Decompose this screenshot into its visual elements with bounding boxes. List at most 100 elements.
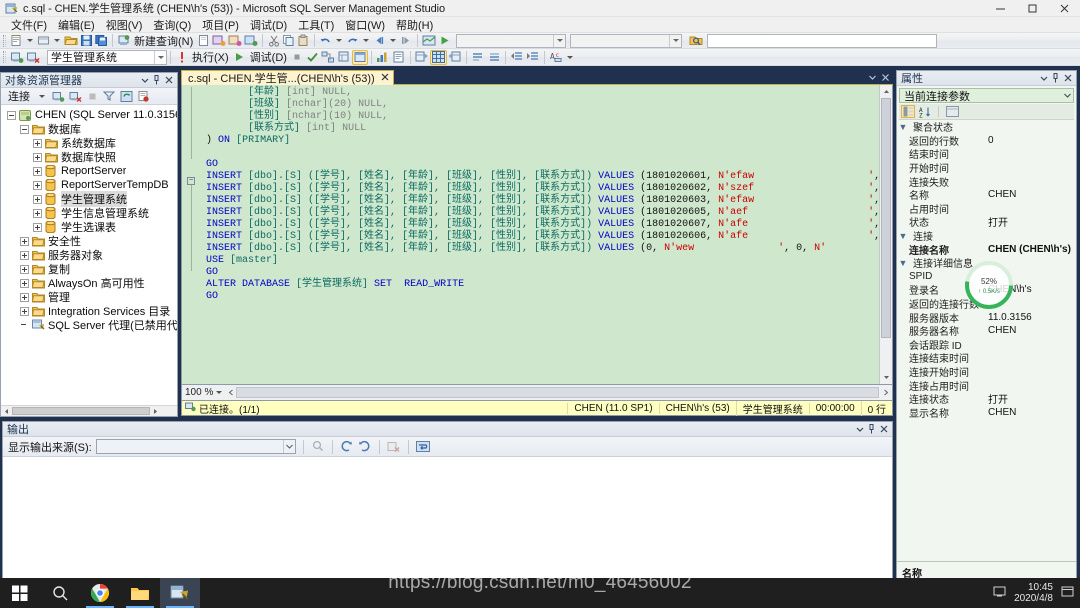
property-value[interactable]: CHEN (985, 325, 1016, 336)
menu-item-window[interactable]: 窗口(W) (340, 16, 391, 34)
output-text-area[interactable] (3, 457, 892, 587)
tray-show-desktop-icon[interactable] (993, 585, 1006, 601)
toolbar-combo-1[interactable] (456, 33, 567, 48)
menu-item-query[interactable]: 查询(Q) (148, 16, 197, 34)
new-project-icon[interactable] (36, 33, 51, 48)
alphabetical-icon[interactable]: AZ (918, 105, 932, 118)
tree-node[interactable]: 学生管理系统 (1, 191, 177, 207)
object-explorer-hscrollbar[interactable] (1, 405, 177, 416)
chevron-down-icon[interactable] (855, 424, 864, 435)
comment-icon[interactable] (470, 50, 486, 65)
property-row[interactable]: 连接占用时间 (897, 378, 1076, 393)
close-icon[interactable] (1063, 73, 1072, 84)
expand-icon[interactable] (20, 278, 29, 288)
new-db-query-icon[interactable] (196, 33, 211, 48)
object-explorer-tree[interactable]: CHEN (SQL Server 11.0.3156 - CHEN\数据库系统数… (1, 105, 177, 405)
sql-code-area[interactable]: − [年龄] [int] NULL, [班级] [nchar](20) NULL… (181, 85, 893, 385)
save-all-icon[interactable] (94, 33, 109, 48)
tree-node[interactable]: 服务器对象 (1, 248, 177, 262)
navigate-back-dropdown-icon[interactable] (390, 39, 397, 42)
decrease-indent-icon[interactable] (509, 50, 525, 65)
connect-icon[interactable] (9, 50, 25, 65)
scroll-thumb[interactable] (881, 98, 891, 338)
query-options-icon[interactable] (336, 50, 352, 65)
tree-node[interactable]: 复制 (1, 262, 177, 276)
new-dmx-query-icon[interactable] (243, 33, 259, 48)
property-value[interactable]: CHEN (985, 189, 1016, 200)
zoom-level[interactable]: 100 % (182, 387, 216, 398)
cpu-usage-meter[interactable]: 52% ↑ 0.5K/s (962, 258, 1016, 312)
toolbar-grip[interactable] (3, 34, 6, 47)
uncomment-icon[interactable] (486, 50, 502, 65)
property-row[interactable]: 服务器版本 11.0.3156 (897, 310, 1076, 325)
tree-node[interactable]: 学生信息管理系统 (1, 206, 177, 220)
property-category-row[interactable]: ▼ 聚合状态 (897, 120, 1076, 135)
property-value[interactable]: 打开 (985, 391, 1008, 406)
chevron-down-icon[interactable] (868, 73, 877, 85)
menu-item-tools[interactable]: 工具(T) (293, 16, 340, 34)
close-icon[interactable] (1048, 0, 1080, 17)
pin-icon[interactable] (1051, 73, 1060, 84)
tree-node[interactable]: 安全性 (1, 234, 177, 248)
windows-start-icon[interactable] (0, 578, 40, 608)
navigate-forward-icon[interactable] (399, 33, 414, 48)
execute-label[interactable]: 执行(X) (189, 49, 232, 65)
expand-icon[interactable] (33, 208, 42, 218)
navigate-back-icon[interactable] (372, 33, 387, 48)
tree-node[interactable]: 数据库 (1, 122, 177, 136)
property-row[interactable]: 服务器名称 CHEN (897, 324, 1076, 338)
close-icon[interactable] (381, 73, 389, 84)
increase-indent-icon[interactable] (525, 50, 541, 65)
debug-icon[interactable] (232, 50, 247, 65)
maximize-icon[interactable] (1016, 0, 1048, 17)
property-row[interactable]: 显示名称 CHEN (897, 405, 1076, 420)
property-value[interactable]: CHEN (985, 407, 1016, 418)
connect-dropdown-label[interactable]: 连接 (5, 88, 33, 104)
go-to-next-icon[interactable] (358, 440, 372, 454)
include-client-statistics-icon[interactable] (375, 50, 391, 65)
tree-node[interactable]: 数据库快照 (1, 150, 177, 164)
property-row[interactable]: 状态 打开 (897, 215, 1076, 229)
specify-values-icon[interactable]: Ac (548, 50, 564, 65)
property-row[interactable]: 名称 CHEN (897, 188, 1076, 202)
chevron-down-icon[interactable] (553, 34, 565, 47)
properties-grid[interactable]: ▼ 聚合状态 返回的行数 0 结束时间 开始时间 连接失败 名称 CHEN 占用时间 状态 打开 ▼ 连接… (897, 120, 1076, 561)
go-to-previous-icon[interactable] (340, 440, 354, 454)
expand-icon[interactable] (33, 180, 42, 190)
tree-node[interactable]: SQL Server 代理(已禁用代理 XP) (1, 318, 177, 332)
close-icon[interactable] (881, 73, 890, 85)
stop-icon[interactable] (290, 50, 305, 65)
new-item-dropdown-icon[interactable] (27, 39, 33, 42)
execute-icon[interactable] (174, 50, 189, 65)
chevron-down-icon[interactable]: ▼ (897, 122, 909, 132)
new-project-dropdown-icon[interactable] (54, 39, 60, 42)
search-icon[interactable] (40, 578, 80, 608)
script-icon[interactable] (136, 89, 150, 103)
tree-node[interactable]: 系统数据库 (1, 136, 177, 150)
disconnect-icon[interactable] (25, 50, 41, 65)
property-row[interactable]: 连接状态 打开 (897, 392, 1076, 406)
chevron-down-icon[interactable] (154, 50, 166, 64)
paste-icon[interactable] (296, 33, 311, 48)
parse-icon[interactable] (305, 50, 320, 65)
collapse-icon[interactable] (7, 110, 16, 120)
editor-vscrollbar[interactable] (879, 85, 892, 384)
tree-node[interactable]: ReportServerTempDB (1, 178, 177, 192)
property-pages-icon[interactable] (945, 105, 959, 118)
expand-icon[interactable] (20, 264, 29, 274)
redo-dropdown-icon[interactable] (363, 39, 370, 42)
property-category-row[interactable]: ▼ 连接 (897, 229, 1076, 244)
file-explorer-icon[interactable] (120, 578, 160, 608)
expand-icon[interactable] (33, 222, 42, 232)
notifications-icon[interactable] (1061, 585, 1074, 601)
open-file-icon[interactable] (63, 33, 79, 48)
property-value[interactable]: CHEN (CHEN\h's) (985, 244, 1071, 255)
chevron-down-icon[interactable]: ▼ (897, 231, 909, 241)
debug-label[interactable]: 调试(D) (247, 49, 290, 65)
scroll-thumb[interactable] (237, 388, 776, 397)
close-icon[interactable] (164, 75, 173, 86)
scroll-down-icon[interactable] (880, 371, 892, 384)
new-analysis-query-icon[interactable] (211, 33, 227, 48)
refresh-icon[interactable] (119, 89, 133, 103)
new-query-icon[interactable] (116, 33, 131, 48)
